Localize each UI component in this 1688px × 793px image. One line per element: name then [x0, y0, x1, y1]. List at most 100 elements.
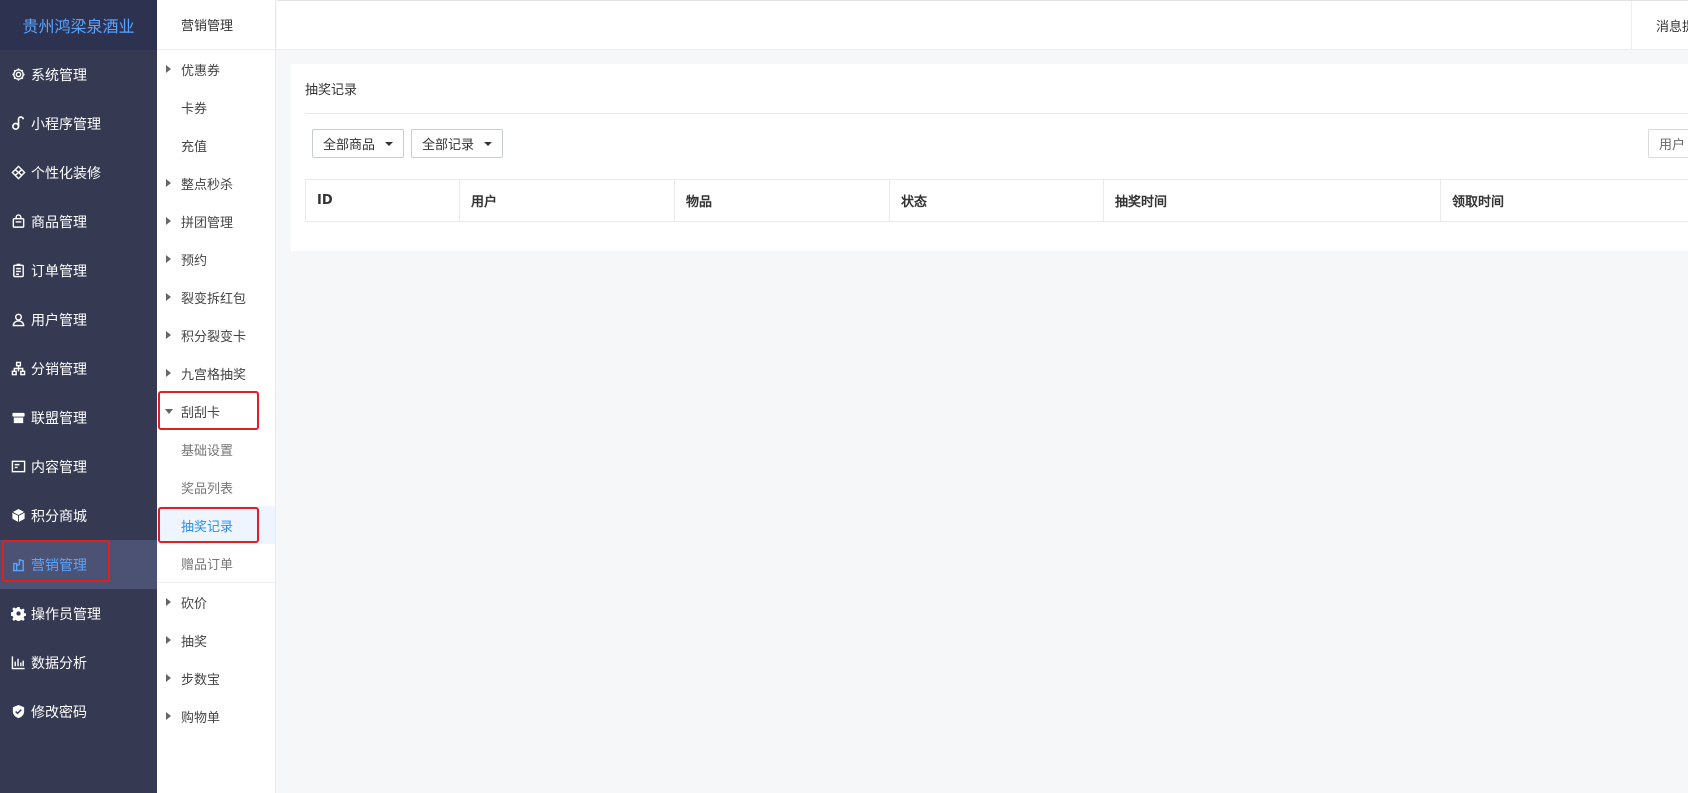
submenu-child-item[interactable]: 奖品列表	[157, 468, 275, 506]
submenu-panel: 营销管理 优惠券卡券充值整点秒杀拼团管理预约裂变拆红包积分裂变卡九宫格抽奖刮刮卡…	[157, 0, 276, 793]
submenu-item-label: 预约	[181, 253, 208, 269]
caret-right-icon	[166, 179, 171, 187]
caret-right-icon	[166, 217, 171, 225]
sidebar-item-label: 用户管理	[31, 312, 87, 329]
nav-list: 系统管理 小程序管理个性化装修商品管理订单管理用户管理分销管理联盟管理内容管理积分…	[0, 50, 157, 736]
sidebar-item-1[interactable]: 小程序管理	[0, 99, 157, 148]
sidebar-item-label: 订单管理	[31, 263, 87, 280]
column-header[interactable]: 状态	[889, 179, 1104, 222]
sidebar-item-4[interactable]: 订单管理	[0, 246, 157, 295]
product-filter-label: 全部商品	[323, 138, 376, 153]
submenu-item-label: 积分裂变卡	[181, 329, 247, 345]
submenu-item[interactable]: 充值	[157, 126, 275, 164]
caret-right-icon	[166, 255, 171, 263]
caret-down-icon	[484, 141, 493, 146]
caret-down-icon	[165, 409, 173, 414]
submenu-child-item[interactable]: 赠品订单	[157, 544, 275, 582]
shield-icon	[10, 704, 26, 720]
sidebar-item-label: 内容管理	[31, 459, 87, 476]
product-filter-dropdown[interactable]: 全部商品	[312, 129, 405, 158]
submenu-item[interactable]: 卡券	[157, 88, 275, 126]
submenu-item-label: 刮刮卡	[181, 405, 221, 421]
records-table: ID 用户 物品 状态 抽奖时间 领取时间	[305, 179, 1688, 222]
column-header[interactable]: 领取时间	[1440, 179, 1688, 222]
sidebar-item-label: 操作员管理	[31, 606, 101, 623]
content-card: 抽奖记录 全部商品 全部记录 用户 ID 用户 物品 状态 抽奖时间 领取时间	[291, 64, 1688, 251]
brand-logo[interactable]: 贵州鸿梁泉酒业	[0, 0, 157, 50]
submenu-item[interactable]: 抽奖	[157, 621, 275, 659]
sidebar-item-12[interactable]: 数据分析	[0, 638, 157, 687]
sidebar-item-8[interactable]: 内容管理	[0, 442, 157, 491]
sidebar-item-7[interactable]: 联盟管理	[0, 393, 157, 442]
submenu-item[interactable]: 积分裂变卡	[157, 316, 275, 354]
message-button[interactable]: 消息提醒	[1631, 1, 1688, 50]
sidebar-item-label: 商品管理	[31, 214, 87, 231]
link-icon	[10, 116, 26, 132]
clipboard-icon	[10, 263, 26, 279]
main-sidebar: 贵州鸿梁泉酒业 系统管理 小程序管理个性化装修商品管理订单管理用户管理分销管理联盟…	[0, 0, 157, 793]
bag-icon	[10, 214, 26, 230]
store-icon	[10, 410, 26, 426]
user-search-input[interactable]: 用户	[1648, 129, 1688, 158]
table-header-row: ID 用户 物品 状态 抽奖时间 领取时间	[305, 179, 1688, 222]
submenu-item[interactable]: 预约	[157, 240, 275, 278]
top-header: 消息提醒	[277, 0, 1688, 50]
sidebar-item-label: 个性化装修	[31, 165, 101, 182]
submenu-item-label: 购物单	[181, 710, 221, 726]
submenu-item-label: 充值	[181, 139, 208, 155]
sidebar-item-11[interactable]: 操作员管理	[0, 589, 157, 638]
user-icon	[10, 312, 26, 328]
record-filter-label: 全部记录	[422, 138, 475, 153]
submenu-item[interactable]: 刮刮卡	[157, 392, 275, 430]
submenu-item[interactable]: 购物单	[157, 697, 275, 735]
bar-chart-icon	[10, 655, 26, 671]
sidebar-item-6[interactable]: 分销管理	[0, 344, 157, 393]
marketing-icon	[10, 557, 26, 573]
caret-right-icon	[166, 369, 171, 377]
sidebar-item-label: 积分商城	[31, 508, 87, 525]
caret-right-icon	[166, 598, 171, 606]
column-header[interactable]: 用户	[459, 179, 675, 222]
column-header[interactable]: 抽奖时间	[1103, 179, 1441, 222]
submenu-item[interactable]: 拼团管理	[157, 202, 275, 240]
submenu-item[interactable]: 整点秒杀	[157, 164, 275, 202]
page-title: 抽奖记录	[305, 64, 1688, 114]
submenu-item-label: 优惠券	[181, 63, 221, 79]
submenu-item[interactable]: 优惠券	[157, 50, 275, 88]
sidebar-item-label: 联盟管理	[31, 410, 87, 427]
gear-outline-icon	[10, 67, 26, 83]
submenu-item-label: 拼团管理	[181, 215, 234, 231]
caret-right-icon	[166, 712, 171, 720]
sidebar-item-0[interactable]: 系统管理	[0, 50, 157, 99]
sidebar-item-2[interactable]: 个性化装修	[0, 148, 157, 197]
submenu-item[interactable]: 裂变拆红包	[157, 278, 275, 316]
submenu-item-label: 卡券	[181, 101, 208, 117]
caret-right-icon	[166, 331, 171, 339]
sidebar-item-3[interactable]: 商品管理	[0, 197, 157, 246]
submenu-item-label: 裂变拆红包	[181, 291, 247, 307]
column-header[interactable]: ID	[305, 179, 460, 222]
column-header[interactable]: 物品	[674, 179, 890, 222]
submenu-title: 营销管理	[157, 0, 275, 50]
caret-right-icon	[166, 674, 171, 682]
submenu-item[interactable]: 九宫格抽奖	[157, 354, 275, 392]
submenu-child-item[interactable]: 抽奖记录	[157, 506, 275, 544]
gear-icon	[10, 606, 26, 622]
hierarchy-icon	[10, 361, 26, 377]
caret-right-icon	[166, 65, 171, 73]
submenu-child-item[interactable]: 基础设置	[157, 430, 275, 468]
sidebar-item-5[interactable]: 用户管理	[0, 295, 157, 344]
sidebar-item-13[interactable]: 修改密码	[0, 687, 157, 736]
submenu-item[interactable]: 砍价	[157, 583, 275, 621]
sidebar-item-label: 营销管理	[31, 557, 87, 574]
layout-icon	[10, 459, 26, 475]
submenu-item[interactable]: 步数宝	[157, 659, 275, 697]
sidebar-item-9[interactable]: 积分商城	[0, 491, 157, 540]
sidebar-item-10[interactable]: 营销管理	[0, 540, 157, 589]
sidebar-item-label: 修改密码	[31, 704, 87, 721]
filter-bar: 全部商品 全部记录	[312, 129, 504, 158]
record-filter-dropdown[interactable]: 全部记录	[411, 129, 504, 158]
sidebar-item-label: 数据分析	[31, 655, 87, 672]
caret-right-icon	[166, 293, 171, 301]
sidebar-item-label: 分销管理	[31, 361, 87, 378]
